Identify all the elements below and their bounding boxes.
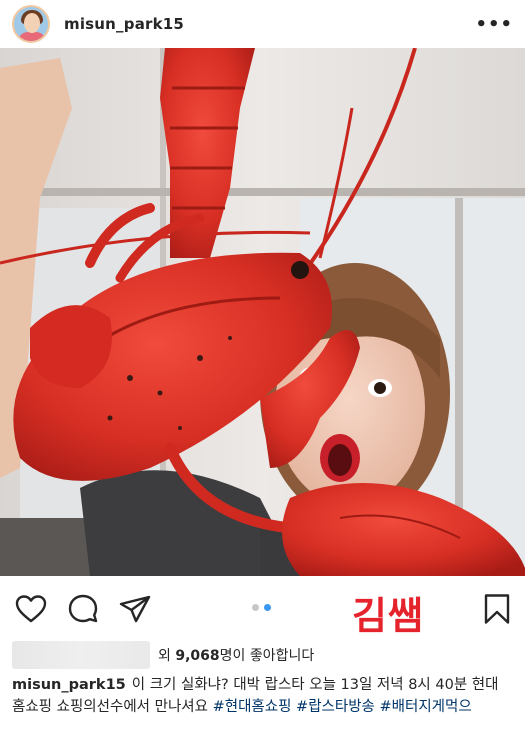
post-username[interactable]: misun_park15 (64, 15, 184, 33)
likes-row[interactable]: 외 9,068명이 좋아합니다 (12, 640, 314, 670)
likes-count: 9,068 (175, 648, 220, 664)
heart-icon[interactable] (14, 592, 48, 626)
bookmark-icon[interactable] (480, 592, 514, 626)
liked-by-redacted (12, 641, 150, 669)
avatar[interactable] (12, 5, 50, 43)
caption-username[interactable]: misun_park15 (12, 677, 126, 693)
likes-suffix: 명이 좋아합니다 (219, 648, 315, 664)
likes-prefix: 외 (158, 648, 176, 664)
post-photo[interactable] (0, 48, 525, 576)
avatar-shirt (18, 32, 46, 41)
avatar-face (24, 13, 40, 33)
share-icon[interactable] (118, 592, 152, 626)
overlay-stamp-text: 김쌤 (352, 594, 424, 638)
action-bar: 김쌤 (0, 580, 525, 638)
carousel-indicator (252, 604, 271, 611)
lobster-photo-illustration (0, 48, 525, 576)
carousel-dot-1 (252, 604, 259, 611)
carousel-dot-2 (264, 604, 271, 611)
more-options-icon[interactable]: ••• (475, 14, 513, 35)
post-caption: misun_park15 이 크기 실화냐? 대박 랍스타 오늘 13일 저녁 8… (12, 674, 517, 718)
comment-icon[interactable] (66, 592, 100, 626)
post-header: misun_park15 ••• (0, 0, 525, 48)
caption-hashtags[interactable]: #현대홈쇼핑 #랍스타방송 #배터지게먹으 (213, 699, 472, 715)
likes-text: 외 9,068명이 좋아합니다 (158, 645, 314, 665)
